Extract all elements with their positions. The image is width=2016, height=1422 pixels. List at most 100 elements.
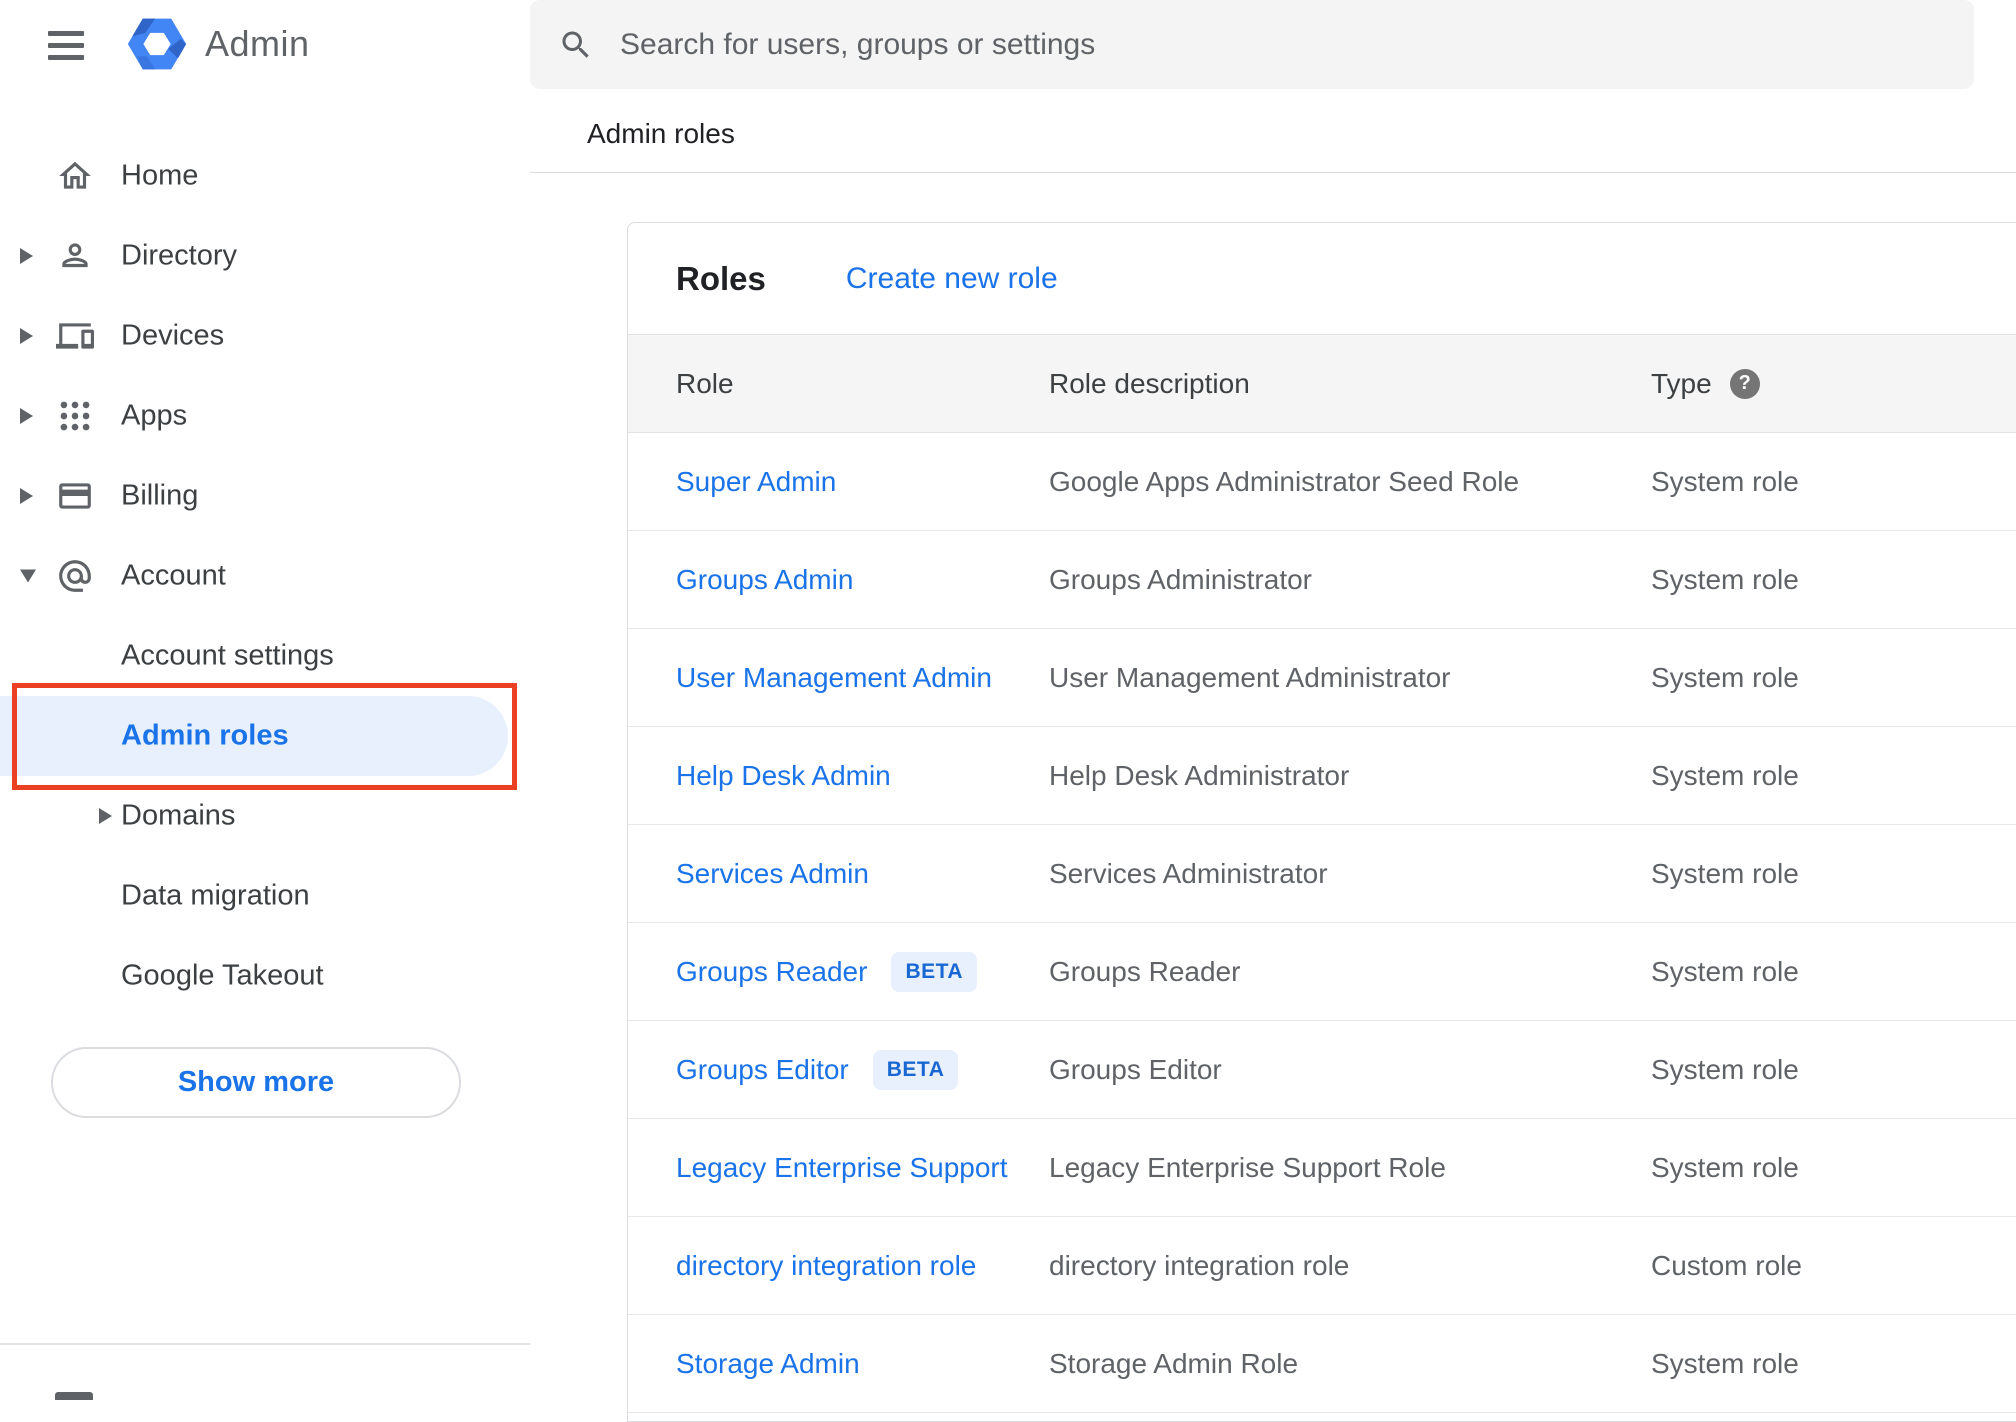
column-header-role-description: Role description bbox=[1049, 367, 1250, 399]
table-row: Super Admin Google Apps Administrator Se… bbox=[628, 433, 2016, 531]
search-icon bbox=[562, 31, 589, 58]
person-icon bbox=[56, 237, 94, 275]
table-row: Services Admin Services Administrator Sy… bbox=[628, 825, 2016, 923]
roles-card: Roles Create new role Role Role descript… bbox=[627, 222, 2016, 1422]
beta-badge: BETA bbox=[872, 1049, 959, 1090]
sidebar-item-directory[interactable]: Directory bbox=[0, 216, 530, 296]
sidebar-item-account-settings[interactable]: Account settings bbox=[0, 616, 530, 696]
search-input[interactable] bbox=[618, 26, 1946, 63]
role-type-cell: System role bbox=[1651, 1347, 1799, 1379]
role-link[interactable]: Groups Reader bbox=[676, 956, 867, 987]
table-row: directory integration role directory int… bbox=[628, 1217, 2016, 1315]
role-link[interactable]: Services Admin bbox=[676, 858, 869, 889]
expand-arrow-icon[interactable] bbox=[20, 328, 33, 344]
card-header: Roles Create new role bbox=[628, 223, 2016, 334]
role-link[interactable]: Help Desk Admin bbox=[676, 760, 891, 791]
credit-card-icon bbox=[56, 477, 94, 515]
sidebar-item-label: Directory bbox=[121, 239, 238, 272]
sidebar-item-billing[interactable]: Billing bbox=[0, 456, 530, 536]
sidebar-item-data-migration[interactable]: Data migration bbox=[0, 856, 530, 936]
sidebar-item-google-takeout[interactable]: Google Takeout bbox=[0, 936, 530, 1016]
help-icon[interactable]: ? bbox=[1729, 368, 1760, 399]
app-title: Admin bbox=[205, 23, 310, 64]
at-sign-icon bbox=[56, 557, 94, 595]
sidebar-item-apps[interactable]: Apps bbox=[0, 376, 530, 456]
table-row: Legacy Enterprise Support Legacy Enterpr… bbox=[628, 1119, 2016, 1217]
show-more-button[interactable]: Show more bbox=[51, 1047, 461, 1118]
sidebar-item-label: Data migration bbox=[121, 879, 310, 912]
sidebar-item-label: Billing bbox=[121, 479, 199, 512]
expand-arrow-icon[interactable] bbox=[20, 248, 33, 264]
role-description-cell: Legacy Enterprise Support Role bbox=[1049, 1151, 1446, 1183]
role-description-cell: Groups Editor bbox=[1049, 1053, 1222, 1085]
table-header-row: Role Role description Type ? bbox=[628, 334, 2016, 433]
role-description-cell: Groups Reader bbox=[1049, 955, 1241, 987]
create-new-role-link[interactable]: Create new role bbox=[846, 262, 1058, 296]
admin-hexagon-logo-icon bbox=[127, 18, 187, 70]
column-header-role: Role bbox=[676, 367, 734, 399]
role-description-cell: User Management Administrator bbox=[1049, 661, 1451, 693]
apps-grid-icon bbox=[56, 397, 94, 435]
role-type-cell: System role bbox=[1651, 857, 1799, 889]
sidebar-item-label: Account bbox=[121, 559, 226, 592]
role-link[interactable]: directory integration role bbox=[676, 1250, 976, 1281]
sidebar-section-divider bbox=[0, 1343, 530, 1345]
sidebar-item-home[interactable]: Home bbox=[0, 136, 530, 216]
role-description-cell: Storage Admin Role bbox=[1049, 1347, 1299, 1379]
expand-arrow-icon[interactable] bbox=[20, 488, 33, 504]
role-type-cell: System role bbox=[1651, 1053, 1799, 1085]
sidebar-item-label: Apps bbox=[121, 399, 188, 432]
role-link[interactable]: Storage Admin bbox=[676, 1348, 860, 1379]
expand-arrow-icon[interactable] bbox=[99, 808, 112, 824]
roles-table-body: Super Admin Google Apps Administrator Se… bbox=[628, 433, 2016, 1413]
sidebar-item-label: Home bbox=[121, 159, 199, 192]
devices-icon bbox=[56, 317, 94, 355]
table-row: User Management Admin User Management Ad… bbox=[628, 629, 2016, 727]
role-description-cell: Groups Administrator bbox=[1049, 563, 1312, 595]
page-title: Roles bbox=[676, 259, 766, 297]
role-link[interactable]: Legacy Enterprise Support bbox=[676, 1152, 1008, 1183]
sidebar-item-devices[interactable]: Devices bbox=[0, 296, 530, 376]
role-type-cell: System role bbox=[1651, 661, 1799, 693]
table-row: Groups Reader BETA Groups Reader System r… bbox=[628, 923, 2016, 1021]
role-type-cell: System role bbox=[1651, 465, 1799, 497]
breadcrumb: Admin roles bbox=[587, 118, 735, 149]
role-description-cell: Google Apps Administrator Seed Role bbox=[1049, 465, 1520, 497]
role-type-cell: System role bbox=[1651, 955, 1799, 987]
role-type-cell: System role bbox=[1651, 563, 1799, 595]
sidebar-item-admin-roles[interactable]: Admin roles bbox=[0, 696, 530, 776]
sidebar-item-label: Account settings bbox=[121, 639, 334, 672]
role-link[interactable]: Groups Admin bbox=[676, 564, 853, 595]
home-icon bbox=[56, 157, 94, 195]
role-link[interactable]: User Management Admin bbox=[676, 662, 992, 693]
table-row: Groups Admin Groups Administrator System… bbox=[628, 531, 2016, 629]
sidebar: Home Directory Devices Apps Billing Acco… bbox=[0, 90, 530, 1396]
expand-arrow-icon[interactable] bbox=[20, 408, 33, 424]
table-row: Storage Admin Storage Admin Role System … bbox=[628, 1315, 2016, 1413]
role-description-cell: Help Desk Administrator bbox=[1049, 759, 1350, 791]
role-link[interactable]: Super Admin bbox=[676, 466, 836, 497]
role-type-cell: Custom role bbox=[1651, 1249, 1802, 1281]
role-description-cell: directory integration role bbox=[1049, 1249, 1350, 1281]
sidebar-item-account[interactable]: Account bbox=[0, 536, 530, 616]
table-row: Help Desk Admin Help Desk Administrator … bbox=[628, 727, 2016, 825]
topbar: Admin bbox=[0, 0, 2016, 90]
hamburger-bar bbox=[48, 42, 84, 48]
hamburger-menu-button[interactable] bbox=[44, 23, 88, 67]
clipped-nav-icon bbox=[55, 1392, 93, 1400]
sidebar-item-label: Admin roles bbox=[121, 719, 289, 752]
collapse-arrow-icon[interactable] bbox=[20, 569, 36, 583]
role-link[interactable]: Groups Editor bbox=[676, 1054, 849, 1085]
column-header-type: Type bbox=[1651, 367, 1712, 399]
role-type-cell: System role bbox=[1651, 1151, 1799, 1183]
admin-console-screen: Admin Home Directory bbox=[0, 0, 2016, 1422]
sidebar-item-label: Devices bbox=[121, 319, 225, 352]
sidebar-item-domains[interactable]: Domains bbox=[0, 776, 530, 856]
hamburger-bar bbox=[48, 54, 84, 60]
search-bar[interactable] bbox=[530, 0, 1974, 89]
role-description-cell: Services Administrator bbox=[1049, 857, 1328, 889]
beta-badge: BETA bbox=[891, 951, 978, 992]
breadcrumb-divider bbox=[530, 172, 2016, 173]
hamburger-bar bbox=[48, 30, 84, 36]
table-row: Groups Editor BETA Groups Editor System r… bbox=[628, 1021, 2016, 1119]
